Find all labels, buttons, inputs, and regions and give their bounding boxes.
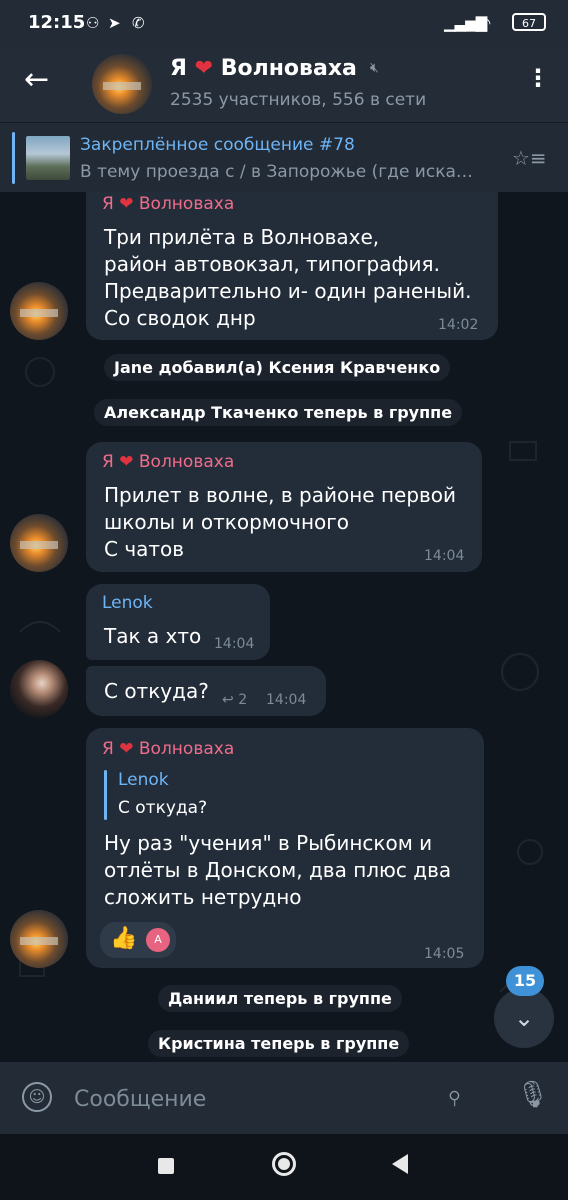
scroll-to-bottom-button[interactable]: ⌄ <box>494 988 554 1048</box>
system-back-button[interactable] <box>392 1154 408 1174</box>
heart-icon: ❤ <box>119 452 134 472</box>
sender-suffix: Волноваха <box>138 194 235 214</box>
sender-suffix: Волноваха <box>138 452 235 472</box>
sender-avatar[interactable] <box>10 660 68 718</box>
message-time: 14:02 <box>438 317 479 333</box>
message-time: 14:04 <box>424 548 465 564</box>
message-sender[interactable]: Lenok <box>102 593 153 613</box>
wifi-icon: ◠ <box>478 14 492 32</box>
service-message: Даниил теперь в группе <box>158 985 402 1012</box>
battery-icon: 67 <box>512 13 546 31</box>
message-time: 14:04 <box>266 692 307 708</box>
back-arrow-icon[interactable]: ← <box>24 62 49 97</box>
message-line: С чатов <box>104 537 185 561</box>
pinned-list-icon[interactable]: ☆≡ <box>512 146 547 170</box>
message-sender[interactable]: Я ❤ Волноваха <box>102 194 234 214</box>
recent-apps-button[interactable] <box>158 1158 174 1174</box>
chat-subtitle: 2535 участников, 556 в сети <box>170 90 427 110</box>
sender-prefix: Я <box>102 452 114 472</box>
pinned-title: Закреплённое сообщение #78 <box>80 135 355 155</box>
message-line: Прилет в волне, в районе первой <box>104 483 457 507</box>
thumbs-up-icon: 👍 <box>110 926 138 951</box>
sender-prefix: Я <box>102 194 114 214</box>
more-menu-icon[interactable]: ⋮ <box>526 64 550 92</box>
pinned-text: В тему проезда с / в Запорожье (где иска… <box>80 162 473 182</box>
reply-count[interactable]: ↩ 2 <box>222 692 247 708</box>
message-line: Ну раз "учения" в Рыбинском и <box>104 831 433 855</box>
sender-avatar[interactable] <box>10 514 68 572</box>
chat-title-prefix: Я <box>170 56 187 81</box>
reply-author[interactable]: Lenok <box>118 770 169 790</box>
message-text: Так а хто <box>104 624 202 648</box>
chat-avatar[interactable] <box>92 54 152 114</box>
reply-count-value: 2 <box>238 692 248 708</box>
emoji-icon[interactable]: ☺ <box>22 1082 52 1112</box>
heart-icon: ❤ <box>119 194 134 214</box>
sender-avatar[interactable] <box>10 910 68 968</box>
unread-count-badge: 15 <box>506 966 544 996</box>
message-sender[interactable]: Я ❤ Волноваха <box>102 452 234 472</box>
heart-icon: ❤ <box>119 739 134 759</box>
microphone-icon[interactable]: 🎙︎ <box>516 1080 549 1110</box>
service-message: Jane добавил(а) Ксения Кравченко <box>104 354 451 381</box>
reaction-user-avatar: A <box>146 928 170 952</box>
service-message: Кристина теперь в группе <box>148 1030 410 1057</box>
message-input[interactable] <box>72 1082 436 1116</box>
message-line: школы и откормочного <box>104 510 349 534</box>
message-text: С откуда? <box>104 679 209 703</box>
heart-icon: ❤ <box>194 56 214 81</box>
mute-icon: 🔇︎ <box>370 60 379 76</box>
message-text: Прилет в волне, в районе первой школы и … <box>104 482 456 563</box>
message-line: сложить нетрудно <box>104 885 302 909</box>
chevron-down-icon: ⌄ <box>513 1004 535 1032</box>
message-time: 14:05 <box>424 946 465 962</box>
sender-prefix: Я <box>102 739 114 759</box>
message-line: район автовокзал, типография. <box>104 252 440 276</box>
status-time: 12:15 <box>28 12 86 33</box>
message-text: Три прилёта в Волновахе, район автовокза… <box>104 224 471 332</box>
message-sender[interactable]: Я ❤ Волноваха <box>102 739 234 759</box>
viber-icon: ✆ <box>132 14 145 32</box>
sender-avatar[interactable] <box>10 282 68 340</box>
home-button[interactable] <box>272 1152 296 1176</box>
reply-text[interactable]: С откуда? <box>118 798 207 818</box>
telegram-icon: ➤ <box>108 14 121 32</box>
message-line: Со сводок днр <box>104 306 256 330</box>
service-message: Александр Ткаченко теперь в группе <box>94 399 463 426</box>
message-line: Три прилёта в Волновахе, <box>104 225 380 249</box>
pinned-message-bar[interactable] <box>0 122 568 193</box>
reply-arrow-icon: ↩ <box>222 692 234 708</box>
reply-quote-bar <box>104 770 107 820</box>
message-line: отлёты в Донском, два плюс два <box>104 858 452 882</box>
chat-title[interactable]: Я ❤ Волноваха <box>170 56 357 81</box>
sender-suffix: Волноваха <box>138 739 235 759</box>
pinned-indicator <box>12 132 15 184</box>
chat-title-suffix: Волноваха <box>220 56 357 81</box>
pinned-thumbnail <box>26 136 70 180</box>
message-text: Ну раз "учения" в Рыбинском и отлёты в Д… <box>104 830 451 911</box>
message-time: 14:04 <box>214 636 255 652</box>
people-icon: ⚇ <box>86 14 100 32</box>
message-line: Предварительно и- один раненый. <box>104 279 472 303</box>
